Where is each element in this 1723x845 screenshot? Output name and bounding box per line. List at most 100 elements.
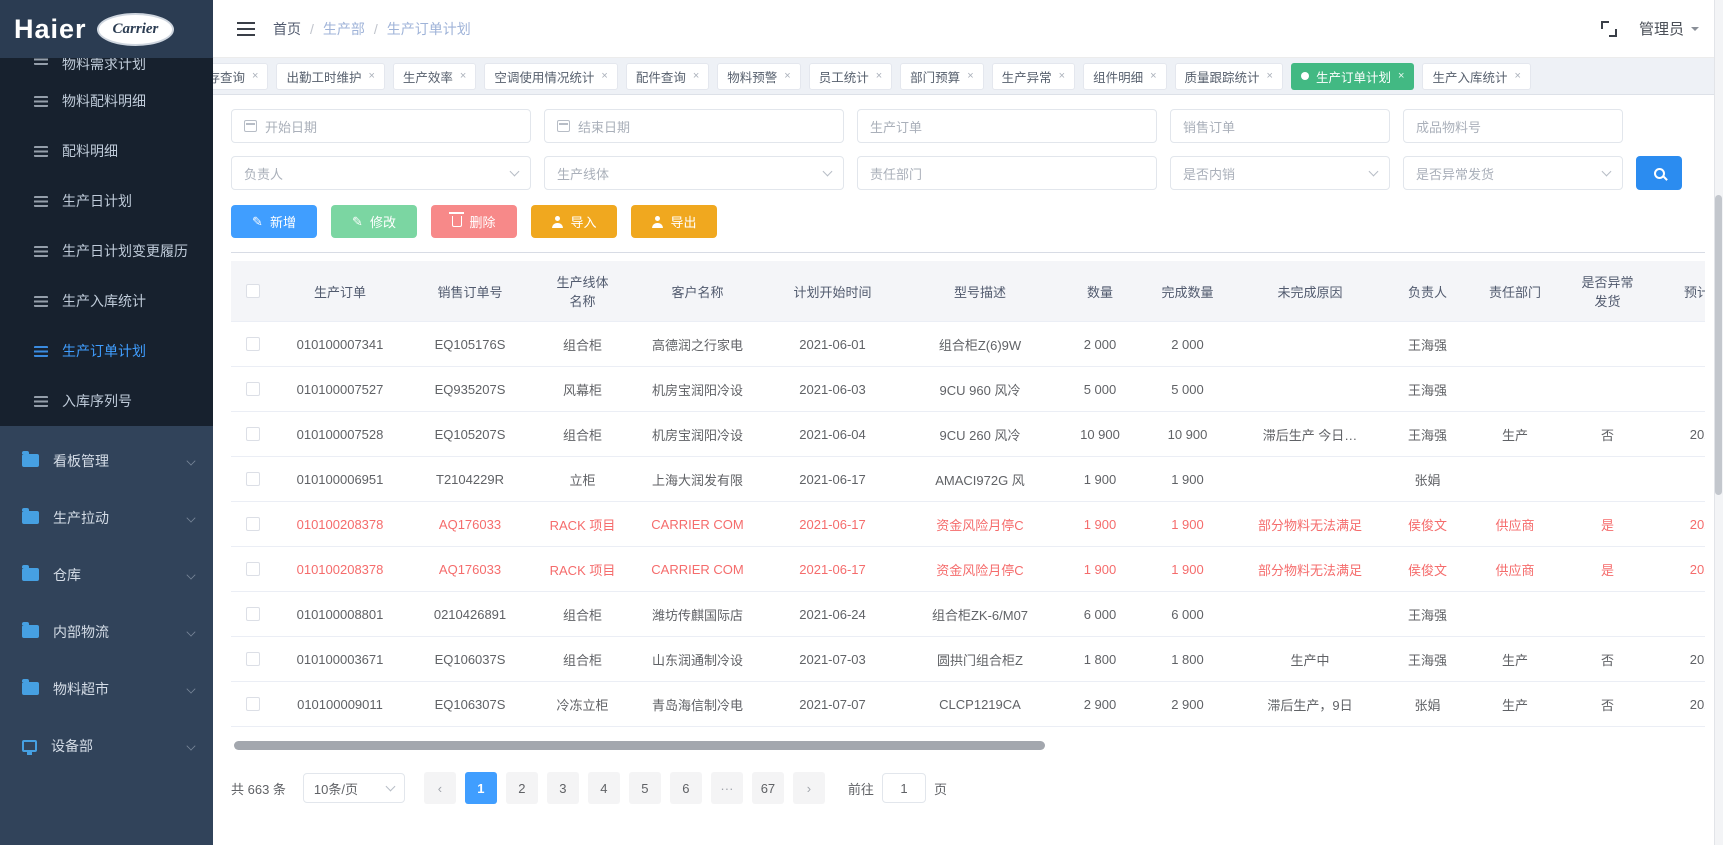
row-checkbox[interactable] xyxy=(246,607,260,621)
add-button[interactable]: ✎新增 xyxy=(231,205,317,238)
close-icon[interactable]: × xyxy=(1514,70,1520,82)
close-icon[interactable]: × xyxy=(252,70,258,82)
table-row[interactable]: 010100003671EQ106037S组合柜山东润通制冷设2021-07-0… xyxy=(231,637,1705,682)
breadcrumb-page[interactable]: 生产订单计划 xyxy=(387,19,471,39)
folder-icon xyxy=(22,454,39,467)
sidebar-group-2[interactable]: 仓库 xyxy=(0,546,213,603)
next-page-button[interactable]: › xyxy=(793,772,825,804)
close-icon[interactable]: × xyxy=(693,70,699,82)
table-row[interactable]: 010100208378AQ176033RACK 项目CARRIER COM20… xyxy=(231,502,1705,547)
row-checkbox[interactable] xyxy=(246,517,260,531)
sidebar-group-0[interactable]: 看板管理 xyxy=(0,432,213,489)
edit-button[interactable]: ✎修改 xyxy=(331,205,417,238)
tab-chip[interactable]: 空调使用情况统计× xyxy=(484,63,617,90)
sidebar-item-7[interactable]: 入库序列号 xyxy=(0,376,213,426)
page-button[interactable]: 5 xyxy=(629,772,661,804)
table-row[interactable]: 010100007528EQ105207S组合柜机房宝润阳冷设2021-06-0… xyxy=(231,412,1705,457)
page-button[interactable]: 4 xyxy=(588,772,620,804)
close-icon[interactable]: × xyxy=(967,70,973,82)
tab-chip[interactable]: 生产订单计划× xyxy=(1291,63,1414,90)
page-button[interactable]: 3 xyxy=(547,772,579,804)
filter-select[interactable]: 是否异常发货 xyxy=(1403,156,1623,190)
close-icon[interactable]: × xyxy=(460,70,466,82)
hamburger-icon[interactable] xyxy=(237,22,255,36)
table-row[interactable]: 010100007341EQ105176S组合柜高德润之行家电2021-06-0… xyxy=(231,322,1705,367)
filter-select[interactable]: 是否内销 xyxy=(1170,156,1390,190)
prev-page-button[interactable]: ‹ xyxy=(424,772,456,804)
row-checkbox[interactable] xyxy=(246,697,260,711)
sidebar-group-1[interactable]: 生产拉动 xyxy=(0,489,213,546)
page-button[interactable]: 1 xyxy=(465,772,497,804)
filter-input[interactable]: 开始日期 xyxy=(231,109,531,143)
table-row[interactable]: 010100007527EQ935207S风幕柜机房宝润阳冷设2021-06-0… xyxy=(231,367,1705,412)
sidebar-item-4[interactable]: 生产日计划变更履历 xyxy=(0,226,213,276)
vertical-scrollbar-thumb[interactable] xyxy=(1715,195,1722,495)
close-icon[interactable]: × xyxy=(1398,70,1404,82)
filter-input[interactable]: 责任部门 xyxy=(857,156,1157,190)
page-button[interactable]: 6 xyxy=(670,772,702,804)
goto-page-input[interactable] xyxy=(882,773,926,803)
sidebar-group-4[interactable]: 物料超市 xyxy=(0,660,213,717)
close-icon[interactable]: × xyxy=(876,70,882,82)
select-all-checkbox[interactable] xyxy=(246,284,260,298)
breadcrumb-home[interactable]: 首页 xyxy=(273,19,301,39)
cell: 生产 xyxy=(1470,637,1560,681)
tab-chip[interactable]: 物料预警× xyxy=(717,63,800,90)
tab-chip[interactable]: 组件明细× xyxy=(1083,63,1166,90)
sidebar-item-6[interactable]: 生产订单计划 xyxy=(0,326,213,376)
horizontal-scrollbar-thumb[interactable] xyxy=(234,741,1045,750)
close-icon[interactable]: × xyxy=(1267,70,1273,82)
breadcrumb-dept[interactable]: 生产部 xyxy=(323,19,365,39)
sidebar-item-5[interactable]: 生产入库统计 xyxy=(0,276,213,326)
filter-input[interactable]: 生产订单 xyxy=(857,109,1157,143)
tab-chip[interactable]: 库存查询× xyxy=(213,63,268,90)
filter-input[interactable]: 销售订单 xyxy=(1170,109,1390,143)
close-icon[interactable]: × xyxy=(1059,70,1065,82)
table-row[interactable]: 0101000088010210426891组合柜潍坊传麒国际店2021-06-… xyxy=(231,592,1705,637)
close-icon[interactable]: × xyxy=(601,70,607,82)
filter-input[interactable]: 结束日期 xyxy=(544,109,844,143)
tab-chip[interactable]: 质量跟踪统计× xyxy=(1175,63,1283,90)
export-button[interactable]: 导出 xyxy=(631,205,717,238)
page-size-select[interactable]: 10条/页 xyxy=(303,773,405,803)
tab-chip[interactable]: 配件查询× xyxy=(626,63,709,90)
tab-chip[interactable]: 员工统计× xyxy=(809,63,892,90)
delete-button[interactable]: 删除 xyxy=(431,205,517,238)
orders-table: 生产订单销售订单号生产线体 名称客户名称计划开始时间型号描述数量完成数量未完成原… xyxy=(231,261,1705,739)
table-row[interactable]: 010100006951T2104229R立柜上海大润发有限2021-06-17… xyxy=(231,457,1705,502)
cell: 上海大润发有限 xyxy=(630,727,765,739)
sidebar-item-1[interactable]: 物料配料明细 xyxy=(0,76,213,126)
tab-chip[interactable]: 出勤工时维护× xyxy=(276,63,384,90)
search-button[interactable] xyxy=(1636,156,1682,190)
table-row[interactable]: 010100009011EQ106307S冷冻立柜青岛海信制冷电2021-07-… xyxy=(231,682,1705,727)
filter-select[interactable]: 生产线体 xyxy=(544,156,844,190)
row-checkbox[interactable] xyxy=(246,562,260,576)
page-button[interactable]: 67 xyxy=(752,772,784,804)
filter-select[interactable]: 负责人 xyxy=(231,156,531,190)
table-row[interactable]: 010100208378AQ176033RACK 项目CARRIER COM20… xyxy=(231,547,1705,592)
tab-chip[interactable]: 生产入库统计× xyxy=(1422,63,1530,90)
filter-input[interactable]: 成品物料号 xyxy=(1403,109,1623,143)
close-icon[interactable]: × xyxy=(1150,70,1156,82)
cell xyxy=(1655,457,1705,501)
sidebar-group-5[interactable]: 设备部 xyxy=(0,717,213,774)
tab-chip[interactable]: 部门预算× xyxy=(900,63,983,90)
page-button[interactable]: 2 xyxy=(506,772,538,804)
close-icon[interactable]: × xyxy=(368,70,374,82)
user-menu[interactable]: 管理员 xyxy=(1639,18,1699,39)
row-checkbox[interactable] xyxy=(246,472,260,486)
close-icon[interactable]: × xyxy=(784,70,790,82)
sidebar-item-2[interactable]: 配料明细 xyxy=(0,126,213,176)
fullscreen-icon[interactable] xyxy=(1601,21,1617,37)
import-button[interactable]: 导入 xyxy=(531,205,617,238)
row-checkbox[interactable] xyxy=(246,382,260,396)
row-checkbox[interactable] xyxy=(246,337,260,351)
row-checkbox[interactable] xyxy=(246,652,260,666)
tab-chip[interactable]: 生产效率× xyxy=(393,63,476,90)
row-checkbox[interactable] xyxy=(246,427,260,441)
folder-icon xyxy=(22,511,39,524)
sidebar-item-3[interactable]: 生产日计划 xyxy=(0,176,213,226)
sidebar-group-3[interactable]: 内部物流 xyxy=(0,603,213,660)
tab-chip[interactable]: 生产异常× xyxy=(992,63,1075,90)
table-row[interactable]: 010100006952T2104298R组合柜上海大润发有限2021-07-0… xyxy=(231,727,1705,739)
